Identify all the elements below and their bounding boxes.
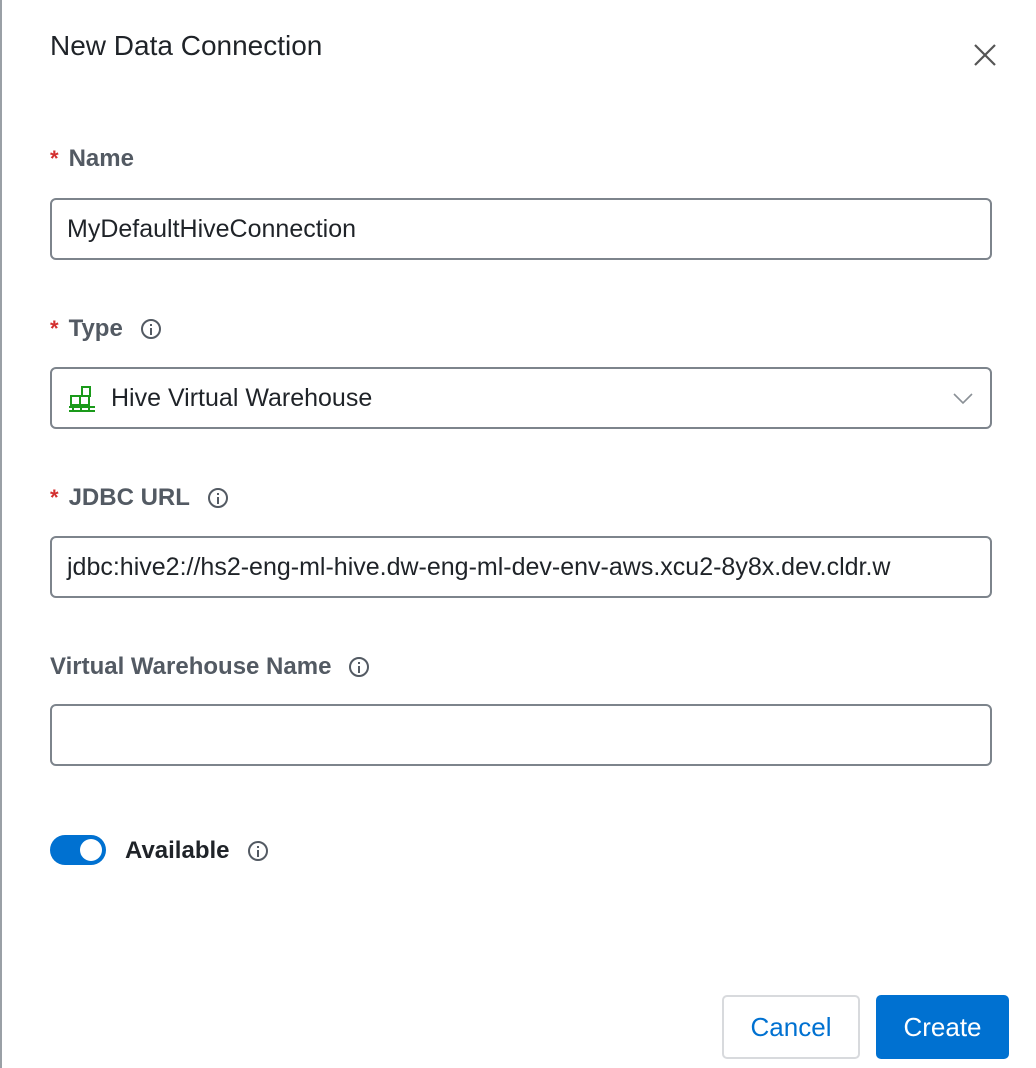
jdbc-label: * JDBC URL: [50, 484, 228, 512]
name-label-text: Name: [68, 145, 134, 172]
chevron-down-icon: [953, 393, 973, 405]
type-select[interactable]: Hive Virtual Warehouse: [50, 367, 992, 429]
info-icon[interactable]: [140, 319, 161, 339]
cancel-button[interactable]: Cancel: [722, 995, 860, 1059]
create-button[interactable]: Create: [876, 995, 1009, 1059]
type-value: Hive Virtual Warehouse: [111, 383, 373, 412]
available-label-text: Available: [125, 837, 230, 864]
required-mark: *: [50, 485, 59, 510]
close-icon[interactable]: [970, 40, 1000, 70]
type-label: * Type: [50, 315, 161, 343]
warehouse-name-input[interactable]: [50, 704, 992, 766]
required-mark: *: [50, 146, 59, 171]
name-label: * Name: [50, 145, 134, 173]
required-mark: *: [50, 316, 59, 341]
dialog-title: New Data Connection: [50, 30, 323, 61]
jdbc-url-input[interactable]: jdbc:hive2://hs2-eng-ml-hive.dw-eng-ml-d…: [50, 536, 992, 598]
warehouse-label-text: Virtual Warehouse Name: [50, 653, 332, 680]
warehouse-label: Virtual Warehouse Name: [50, 653, 370, 681]
jdbc-label-text: JDBC URL: [68, 484, 190, 511]
info-icon[interactable]: [207, 488, 228, 508]
type-label-text: Type: [68, 315, 123, 342]
name-input[interactable]: MyDefaultHiveConnection: [50, 198, 992, 260]
info-icon[interactable]: [247, 841, 268, 861]
available-label: Available: [125, 837, 268, 865]
background-edge: [0, 0, 2, 1068]
available-toggle[interactable]: [50, 835, 106, 865]
warehouse-icon: [69, 386, 95, 412]
info-icon[interactable]: [349, 657, 370, 677]
